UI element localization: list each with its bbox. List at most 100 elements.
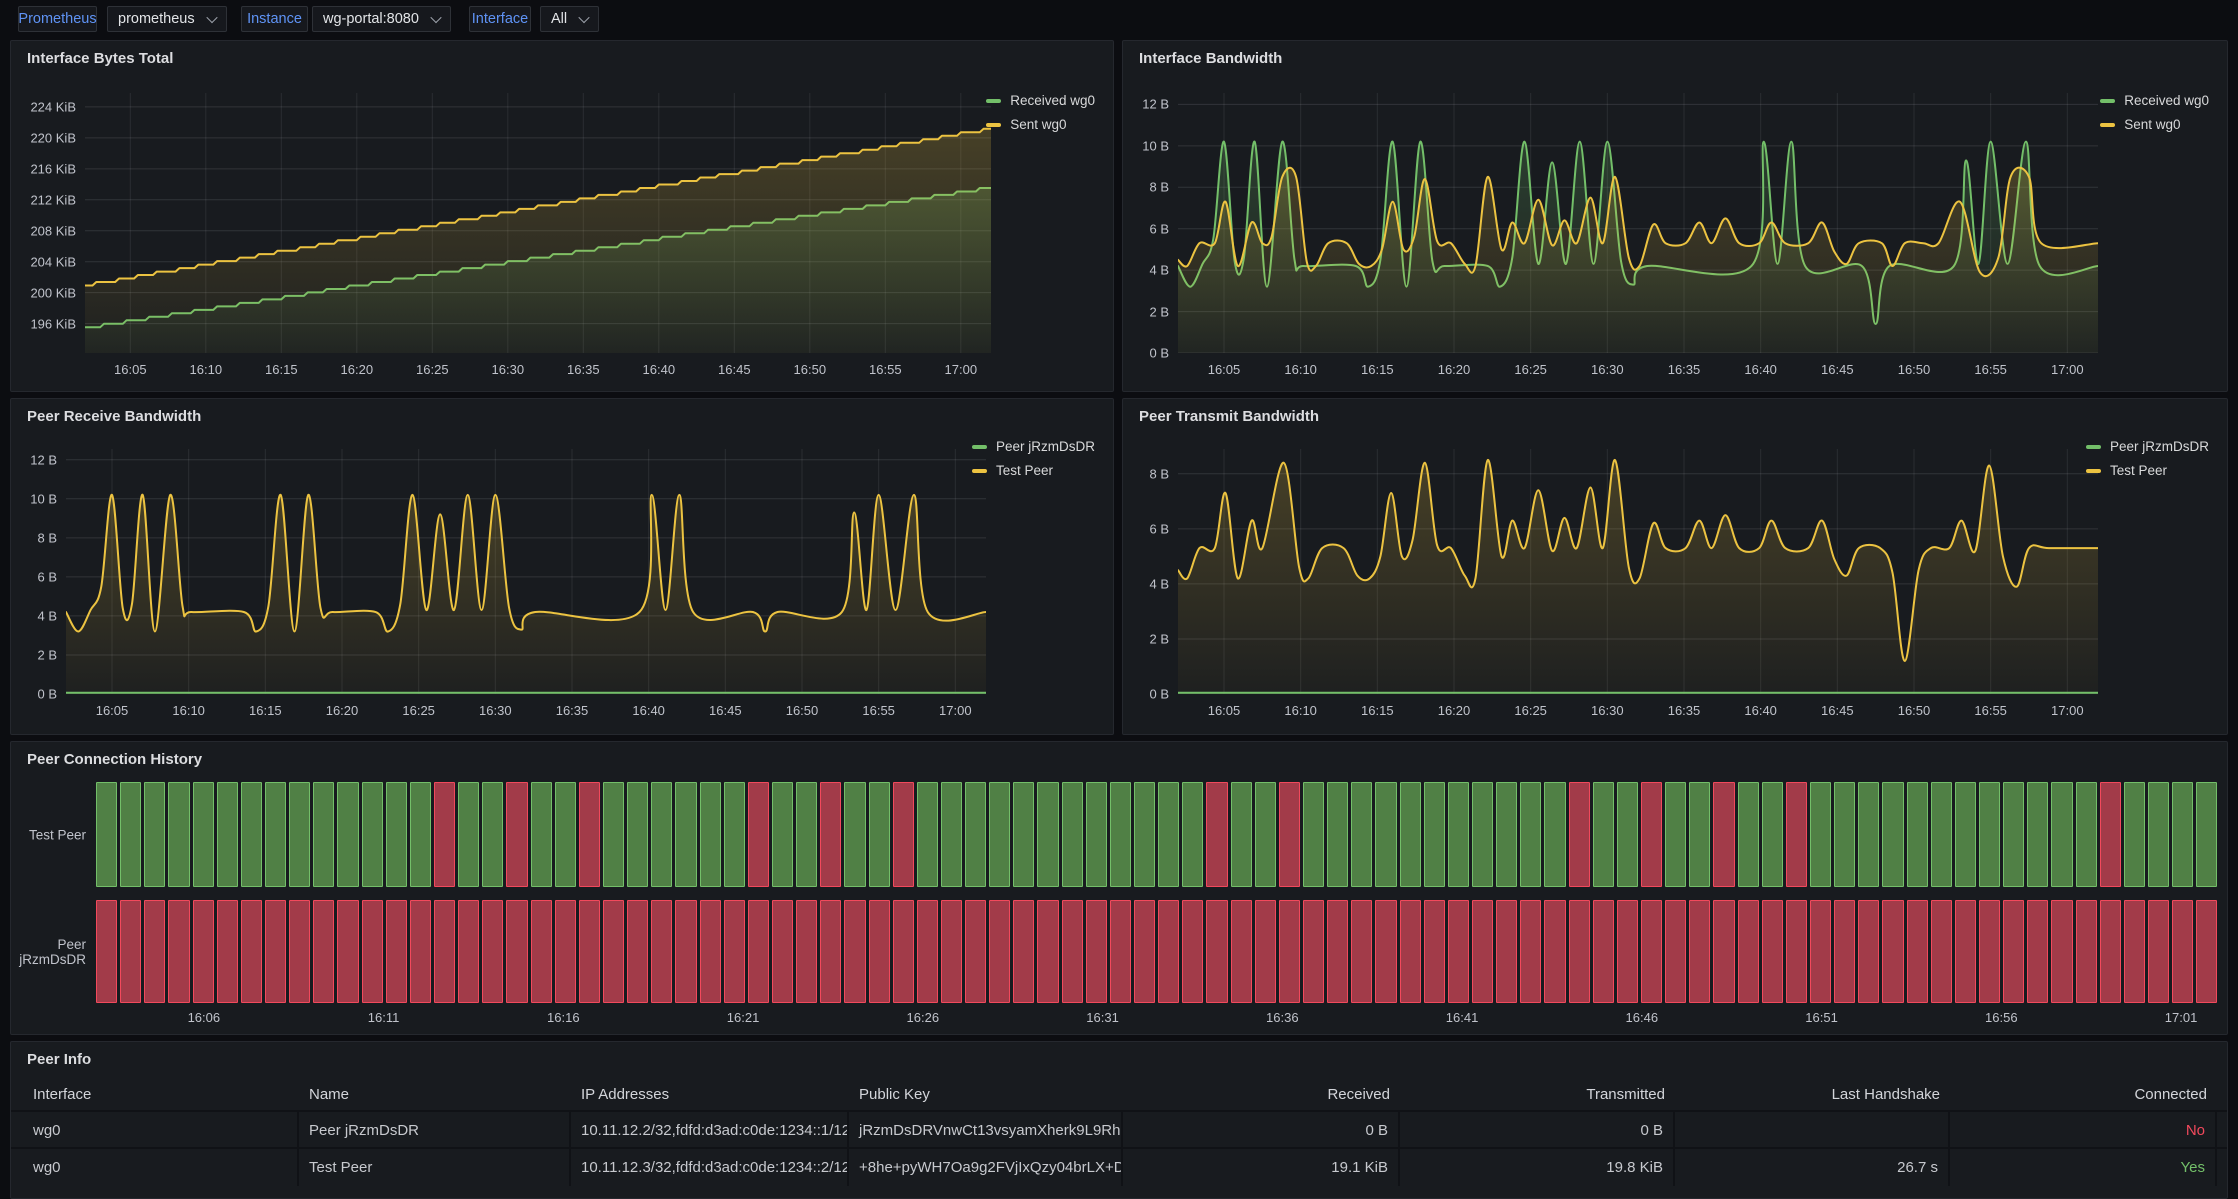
variable-label-instance[interactable]: Instance <box>241 6 308 32</box>
timeline-bar-connected[interactable] <box>1424 782 1445 887</box>
timeline-bar-disconnected[interactable] <box>748 900 769 1003</box>
timeline-bar-disconnected[interactable] <box>965 900 986 1003</box>
timeline-bar-disconnected[interactable] <box>869 900 890 1003</box>
timeline-bar-disconnected[interactable] <box>1569 782 1590 887</box>
timeline-bar-connected[interactable] <box>386 782 407 887</box>
timeline-bar-disconnected[interactable] <box>337 900 358 1003</box>
timeline-bar-connected[interactable] <box>1182 782 1203 887</box>
variable-label-interface[interactable]: Interface <box>469 6 531 32</box>
timeline-bar-disconnected[interactable] <box>1689 900 1710 1003</box>
timeline-bar-disconnected[interactable] <box>1158 900 1179 1003</box>
timeline-bar-disconnected[interactable] <box>1858 900 1879 1003</box>
timeline-bar-connected[interactable] <box>2003 782 2024 887</box>
timeline-bar-connected[interactable] <box>1931 782 1952 887</box>
timeline-bar-disconnected[interactable] <box>313 900 334 1003</box>
timeline-bar-disconnected[interactable] <box>1351 900 1372 1003</box>
timeline-bar-disconnected[interactable] <box>1713 782 1734 887</box>
timeline-bar-disconnected[interactable] <box>941 900 962 1003</box>
timeline-bar-disconnected[interactable] <box>1665 900 1686 1003</box>
timeline-bar-disconnected[interactable] <box>2051 900 2072 1003</box>
timeline-bar-connected[interactable] <box>869 782 890 887</box>
timeline-bar-disconnected[interactable] <box>289 900 310 1003</box>
timeline-bar-disconnected[interactable] <box>772 900 793 1003</box>
timeline-bar-connected[interactable] <box>1327 782 1348 887</box>
timeline-bar-connected[interactable] <box>2051 782 2072 887</box>
timeline-bar-connected[interactable] <box>941 782 962 887</box>
timeline-bar-disconnected[interactable] <box>820 782 841 887</box>
timeline-bar-disconnected[interactable] <box>1520 900 1541 1003</box>
timeline-bar-connected[interactable] <box>844 782 865 887</box>
timeline-bar-connected[interactable] <box>120 782 141 887</box>
timeline-bar-connected[interactable] <box>1448 782 1469 887</box>
timeline-bar-connected[interactable] <box>627 782 648 887</box>
timeline-bar-disconnected[interactable] <box>2196 900 2217 1003</box>
timeline-bar-disconnected[interactable] <box>1134 900 1155 1003</box>
timeline-bar-connected[interactable] <box>1544 782 1565 887</box>
timeline-bar-disconnected[interactable] <box>410 900 431 1003</box>
timeline-bar-disconnected[interactable] <box>1907 900 1928 1003</box>
variable-select-interface[interactable]: All <box>540 6 599 32</box>
timeline-bar-connected[interactable] <box>1762 782 1783 887</box>
timeline-bar-disconnected[interactable] <box>579 900 600 1003</box>
timeline-bar-disconnected[interactable] <box>144 900 165 1003</box>
timeline-bar-connected[interactable] <box>651 782 672 887</box>
timeline-bar-connected[interactable] <box>2172 782 2193 887</box>
timeline-bar-connected[interactable] <box>2196 782 2217 887</box>
timeline-bar-disconnected[interactable] <box>796 900 817 1003</box>
timeline-bar-disconnected[interactable] <box>506 900 527 1003</box>
timeline-bar-disconnected[interactable] <box>1810 900 1831 1003</box>
timeline-bar-connected[interactable] <box>1810 782 1831 887</box>
timeline-bar-connected[interactable] <box>1231 782 1252 887</box>
timeline-bar-connected[interactable] <box>1158 782 1179 887</box>
timeline-bar-disconnected[interactable] <box>1448 900 1469 1003</box>
timeline-bar-disconnected[interactable] <box>1182 900 1203 1003</box>
timeline-bar-disconnected[interactable] <box>458 900 479 1003</box>
panel-title[interactable]: Interface Bandwidth <box>1139 50 1282 67</box>
timeline-bar-connected[interactable] <box>1955 782 1976 887</box>
timeline-bar-connected[interactable] <box>1037 782 1058 887</box>
timeline-bar-disconnected[interactable] <box>434 900 455 1003</box>
timeline-bar-disconnected[interactable] <box>675 900 696 1003</box>
timeline-bar-connected[interactable] <box>482 782 503 887</box>
table-header-cell[interactable]: Transmitted <box>1400 1078 1675 1110</box>
timeline-bar-connected[interactable] <box>965 782 986 887</box>
timeline-bar-connected[interactable] <box>1907 782 1928 887</box>
legend-item[interactable]: Received wg0 <box>2100 93 2209 108</box>
timeline-bar-disconnected[interactable] <box>820 900 841 1003</box>
timeline-bar-disconnected[interactable] <box>2124 900 2145 1003</box>
timeline-bar-connected[interactable] <box>917 782 938 887</box>
table-header-cell[interactable]: Received <box>1123 1078 1400 1110</box>
legend-item[interactable]: Peer jRzmDsDR <box>2086 439 2209 454</box>
timeline-bar-connected[interactable] <box>313 782 334 887</box>
timeline-bar-disconnected[interactable] <box>1593 900 1614 1003</box>
timeline-bar-disconnected[interactable] <box>1641 782 1662 887</box>
timeline-bar-disconnected[interactable] <box>2003 900 2024 1003</box>
timeline-bar-disconnected[interactable] <box>2076 900 2097 1003</box>
timeline-bar-disconnected[interactable] <box>1713 900 1734 1003</box>
legend-item[interactable]: Peer jRzmDsDR <box>972 439 1095 454</box>
variable-label-prometheus[interactable]: Prometheus <box>18 6 97 32</box>
timeline-bar-disconnected[interactable] <box>1762 900 1783 1003</box>
timeline-bar-connected[interactable] <box>989 782 1010 887</box>
timeline-bar-connected[interactable] <box>1472 782 1493 887</box>
panel-title[interactable]: Peer Connection History <box>27 751 202 768</box>
timeline-bar-disconnected[interactable] <box>579 782 600 887</box>
timeline-bar-disconnected[interactable] <box>748 782 769 887</box>
timeline-bar-disconnected[interactable] <box>651 900 672 1003</box>
legend-item[interactable]: Received wg0 <box>986 93 1095 108</box>
table-header-cell[interactable]: IP Addresses <box>571 1078 849 1110</box>
variable-select-instance[interactable]: wg-portal:8080 <box>312 6 451 32</box>
timeline-bar-disconnected[interactable] <box>627 900 648 1003</box>
timeline-bar-disconnected[interactable] <box>386 900 407 1003</box>
timeline-bar-disconnected[interactable] <box>2172 900 2193 1003</box>
timeline-bar-disconnected[interactable] <box>1979 900 2000 1003</box>
timeline-bar-disconnected[interactable] <box>217 900 238 1003</box>
timeline-bar-disconnected[interactable] <box>241 900 262 1003</box>
table-header-cell[interactable]: Interface <box>23 1078 299 1110</box>
timeline-bar-connected[interactable] <box>265 782 286 887</box>
timeline-bar-connected[interactable] <box>410 782 431 887</box>
timeline-bar-connected[interactable] <box>458 782 479 887</box>
timeline-bar-connected[interactable] <box>337 782 358 887</box>
timeline-bar-disconnected[interactable] <box>193 900 214 1003</box>
timeline-bar-disconnected[interactable] <box>265 900 286 1003</box>
